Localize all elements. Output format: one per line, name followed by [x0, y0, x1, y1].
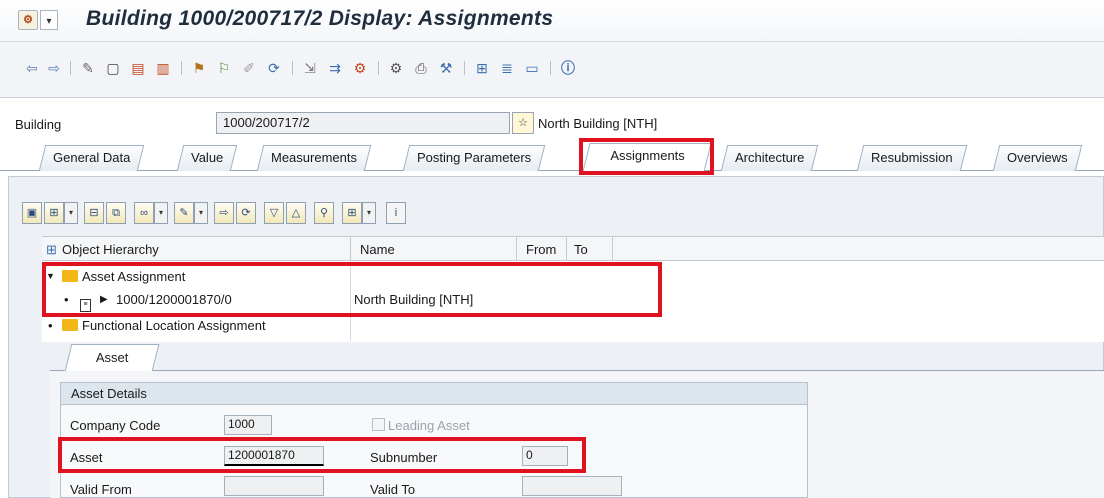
delete-node-icon[interactable]: ⊟ — [84, 202, 104, 224]
functional-location-node[interactable]: Functional Location Assignment — [82, 318, 266, 333]
tab-assignments[interactable]: Assignments — [582, 143, 712, 172]
collapse-icon[interactable]: △ — [286, 202, 306, 224]
expand-all-icon[interactable]: ▣ — [22, 202, 42, 224]
valid-from-label: Valid From — [70, 482, 132, 497]
asset-assignment-node[interactable]: Asset Assignment — [82, 269, 185, 284]
tree-row[interactable]: ▼ Asset Assignment — [42, 267, 1104, 287]
valid-to-label: Valid To — [370, 482, 416, 497]
leading-asset-label: Leading Asset — [388, 418, 470, 433]
display-change-icon[interactable]: ✎ — [78, 58, 98, 78]
settings-icon[interactable]: ⚙ — [386, 58, 406, 78]
hierarchy-icon[interactable]: ⊞ — [472, 58, 492, 78]
create-node-dropdown-icon[interactable]: ▾ — [64, 202, 78, 224]
title-bar: ⚙ ▾ Building 1000/200717/2 Display: Assi… — [0, 0, 1104, 42]
building-field[interactable]: 1000/200717/2 — [216, 112, 510, 134]
forward-arrow-icon[interactable]: ⇨ — [44, 58, 64, 78]
company-code-field[interactable]: 1000 — [224, 415, 272, 435]
page-title: Building 1000/200717/2 Display: Assignme… — [86, 7, 554, 30]
display-node-icon[interactable]: ∞ — [134, 202, 154, 224]
flag-icon[interactable]: ⚐ — [214, 58, 234, 78]
tree-row[interactable]: • Functional Location Assignment — [42, 316, 1104, 336]
assign-icon[interactable]: ⇲ — [300, 58, 320, 78]
refresh-icon[interactable]: ⟳ — [264, 58, 284, 78]
object-hierarchy-tree: ⊞ Object Hierarchy Name From To ▼ Asset … — [42, 236, 1104, 342]
tab-value[interactable]: Value — [176, 145, 238, 171]
column-layout-icon[interactable]: ⊞ — [342, 202, 362, 224]
lookup-glasses-icon[interactable]: ☆ — [512, 112, 534, 134]
menu-dropdown-icon[interactable]: ▾ — [40, 10, 58, 30]
asset-details-group: Asset Details — [60, 382, 808, 498]
edit-dropdown-icon[interactable]: ▾ — [194, 202, 208, 224]
asset-node-name: North Building [NTH] — [354, 292, 474, 307]
display-dropdown-icon[interactable]: ▾ — [154, 202, 168, 224]
folder-icon — [62, 319, 78, 331]
navigate-icon[interactable]: ⇨ — [214, 202, 234, 224]
system-menu-icon[interactable]: ⚙ — [18, 10, 38, 30]
layout-icon[interactable]: ▭ — [522, 58, 542, 78]
tab-strip: General Data Value Measurements Posting … — [0, 141, 1104, 172]
folder-open-icon — [62, 270, 78, 282]
document-icon: ≡ — [80, 299, 91, 312]
valid-from-field[interactable] — [224, 476, 324, 496]
application-toolbar: ⇦ ⇨ ✎ ▢ ▤ ▥ ⚑ ⚐ ✐ ⟳ ⇲ ⇉ ⚙ ⚙ ⎙ ⚒ ⊞ ≣ ▭ ⓘ — [0, 42, 1104, 98]
copy-icon[interactable]: ▤ — [128, 58, 148, 78]
link-icon[interactable]: ⚙ — [350, 58, 370, 78]
valid-to-field[interactable] — [522, 476, 622, 496]
graphic-icon[interactable]: ⚒ — [436, 58, 456, 78]
tree-row[interactable]: • ≡ ▶ 1000/1200001870/0 North Building [… — [42, 290, 1104, 312]
subnumber-label: Subnumber — [370, 450, 438, 465]
expand-icon[interactable]: ▽ — [264, 202, 284, 224]
column-name[interactable]: Name — [360, 242, 395, 257]
company-code-label: Company Code — [70, 418, 161, 433]
building-label: Building — [15, 117, 62, 132]
column-layout-dropdown-icon[interactable]: ▾ — [362, 202, 376, 224]
column-to[interactable]: To — [574, 242, 588, 257]
hierarchy-icon: ⊞ — [46, 242, 57, 257]
asset-details-title: Asset Details — [61, 383, 807, 405]
info-icon[interactable]: ⓘ — [558, 58, 578, 78]
leading-asset-checkbox[interactable] — [372, 418, 385, 431]
tree-header: ⊞ Object Hierarchy Name From To — [42, 237, 1104, 261]
asset-node[interactable]: 1000/1200001870/0 — [116, 292, 232, 307]
structure-icon[interactable]: ⚑ — [189, 58, 209, 78]
tab-general-data[interactable]: General Data — [38, 145, 145, 171]
tab-overviews[interactable]: Overviews — [992, 145, 1082, 171]
edit-node-icon[interactable]: ✎ — [174, 202, 194, 224]
tab-posting-parameters[interactable]: Posting Parameters — [402, 145, 546, 171]
expand-arrow-icon[interactable]: ▶ — [100, 294, 108, 305]
info-icon[interactable]: i — [386, 202, 406, 224]
subnumber-field[interactable]: 0 — [522, 446, 568, 466]
tab-measurements[interactable]: Measurements — [256, 145, 372, 171]
copy-node-icon[interactable]: ⧉ — [106, 202, 126, 224]
building-description: North Building [NTH] — [538, 116, 658, 131]
find-binoculars-icon[interactable]: ⚲ — [314, 202, 334, 224]
tab-resubmission[interactable]: Resubmission — [856, 145, 967, 171]
pencil-icon[interactable]: ✐ — [239, 58, 259, 78]
tab-architecture[interactable]: Architecture — [720, 145, 819, 171]
print-icon[interactable]: ⎙ — [411, 58, 431, 78]
back-arrow-icon[interactable]: ⇦ — [22, 58, 42, 78]
tab-asset[interactable]: Asset — [64, 344, 160, 371]
create-node-icon[interactable]: ⊞ — [44, 202, 64, 224]
column-object-hierarchy[interactable]: Object Hierarchy — [62, 242, 159, 257]
column-from[interactable]: From — [526, 242, 556, 257]
refresh-tree-icon[interactable]: ⟳ — [236, 202, 256, 224]
copy-template-icon[interactable]: ▥ — [153, 58, 173, 78]
asset-label: Asset — [70, 450, 103, 465]
asset-field[interactable]: 1200001870 — [224, 446, 324, 466]
transfer-icon[interactable]: ⇉ — [325, 58, 345, 78]
create-icon[interactable]: ▢ — [103, 58, 123, 78]
expand-triangle-icon[interactable]: ▼ — [46, 271, 55, 281]
list-icon[interactable]: ≣ — [497, 58, 517, 78]
